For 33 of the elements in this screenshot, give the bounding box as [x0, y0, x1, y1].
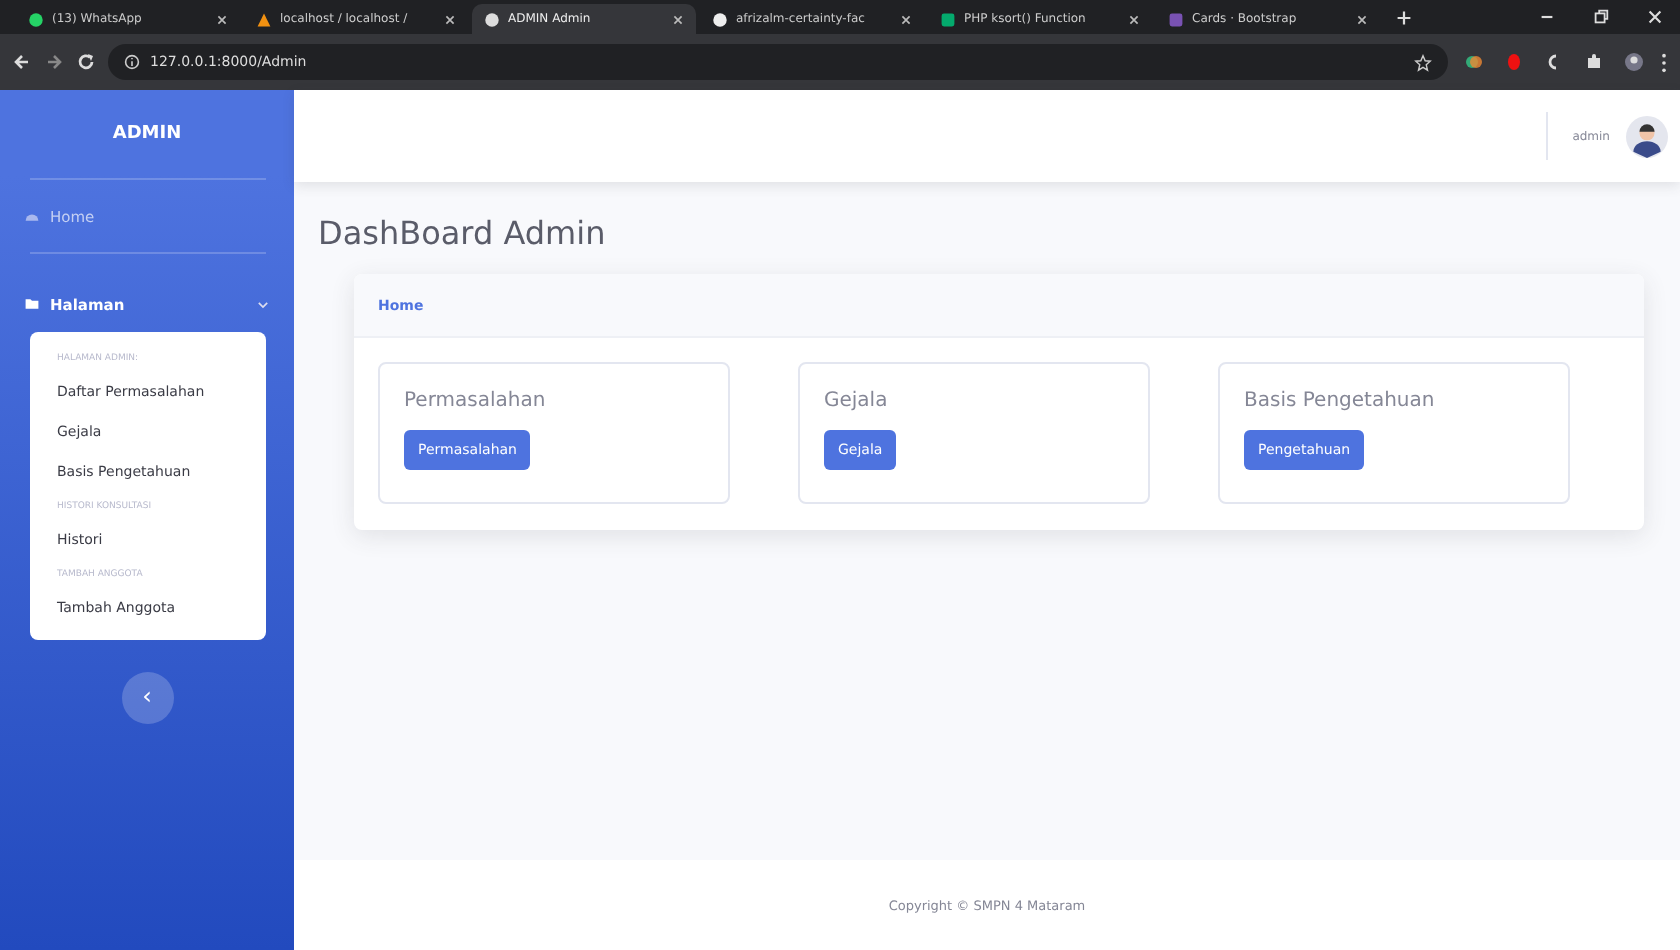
tab-favicon-icon	[484, 11, 500, 27]
page-title: DashBoard Admin	[318, 214, 608, 252]
close-icon[interactable]	[444, 13, 456, 25]
card-title: Gejala	[824, 390, 890, 412]
profile-icon[interactable]	[1624, 52, 1644, 72]
close-icon[interactable]	[1646, 8, 1664, 26]
card-title: Permasalahan	[404, 390, 548, 412]
restore-icon[interactable]	[1592, 8, 1610, 26]
sidebar-toggle-button[interactable]: ‹	[121, 672, 173, 724]
forward-icon[interactable]	[44, 52, 64, 72]
tab-favicon-icon	[256, 11, 272, 27]
close-icon[interactable]	[900, 13, 912, 25]
puzzle-icon[interactable]	[1584, 52, 1604, 72]
reload-icon[interactable]	[76, 52, 96, 72]
folder-icon	[24, 296, 40, 312]
star-icon[interactable]	[1414, 53, 1432, 71]
tab-favicon-icon	[28, 11, 44, 27]
tab-favicon-icon	[1168, 11, 1184, 27]
tab-favicon-icon	[712, 11, 728, 27]
new-tab-icon[interactable]	[1396, 9, 1412, 25]
dashboard-icon	[24, 208, 40, 224]
tab-favicon-icon	[940, 11, 956, 27]
menu-icon[interactable]	[1660, 51, 1668, 73]
close-icon[interactable]	[1356, 13, 1368, 25]
close-icon[interactable]	[1128, 13, 1140, 25]
avatar-icon[interactable]	[1626, 115, 1668, 157]
info-icon	[124, 54, 140, 70]
close-icon[interactable]	[672, 13, 684, 25]
sidebar-brand[interactable]: ADMIN	[112, 90, 182, 178]
chevron-icon	[256, 297, 270, 311]
card-title: Basis Pengetahuan	[1244, 390, 1437, 412]
close-icon[interactable]	[216, 13, 228, 25]
back-icon[interactable]	[12, 52, 32, 72]
